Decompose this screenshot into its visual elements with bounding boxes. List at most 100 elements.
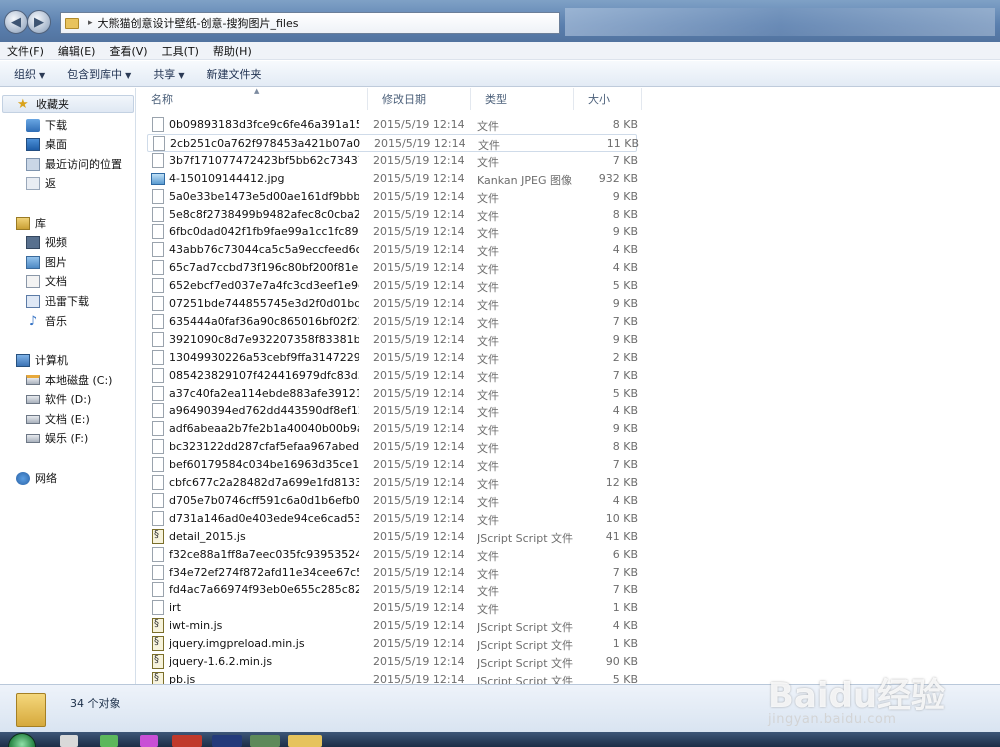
- file-row[interactable]: 5e8c8f2738499b9482afec8c0cba2586 2015/5/1…: [147, 206, 638, 224]
- nav-network-label: 网络: [35, 472, 57, 485]
- file-date: 2015/5/19 12:14: [373, 332, 465, 346]
- nav-favorites[interactable]: ★ 收藏夹: [2, 95, 134, 113]
- nav-pictures[interactable]: 图片: [26, 253, 67, 271]
- file-icon: [153, 135, 165, 151]
- menu-edit[interactable]: 编辑(E): [51, 43, 103, 59]
- file-icon: [152, 492, 164, 508]
- back-button[interactable]: ◀: [4, 10, 28, 34]
- file-row[interactable]: 43abb76c73044ca5c5a9eccfeed6cc7d 2015/5/1…: [147, 241, 638, 259]
- file-row[interactable]: a37c40fa2ea114ebde883afe3912122d 2015/5/1…: [147, 385, 638, 403]
- file-row[interactable]: d731a146ad0e403ede94ce6cad53d4... 2015/5/…: [147, 510, 638, 528]
- taskbar-app-icon[interactable]: [140, 735, 158, 747]
- file-row[interactable]: adf6abeaa2b7fe2b1a40040b00b9a3af 2015/5/1…: [147, 420, 638, 438]
- file-name: 3b7f171077472423bf5bb62c734378a6: [169, 153, 359, 167]
- file-row[interactable]: 635444a0faf36a90c865016bf02f2284 2015/5/1…: [147, 313, 638, 331]
- column-header-name[interactable]: 名称 ▲: [137, 87, 368, 110]
- file-row[interactable]: 5a0e33be1473e5d00ae161df9bbb81... 2015/5/…: [147, 188, 638, 206]
- column-header-size[interactable]: 大小: [574, 88, 642, 110]
- taskbar-app-icon[interactable]: [100, 735, 118, 747]
- menu-help[interactable]: 帮助(H): [206, 43, 259, 59]
- file-size: 8 KB: [612, 440, 638, 454]
- file-type: 文件: [477, 281, 499, 295]
- menu-tools[interactable]: 工具(T): [155, 43, 206, 59]
- nav-documents[interactable]: 文档: [26, 272, 67, 290]
- file-row[interactable]: jquery-1.6.2.min.js 2015/5/19 12:14 JScrip…: [147, 653, 638, 671]
- file-date: 2015/5/19 12:14: [373, 368, 465, 382]
- file-row[interactable]: jquery.imgpreload.min.js 2015/5/19 12:14 J…: [147, 635, 638, 653]
- nav-network[interactable]: 网络: [16, 469, 57, 487]
- column-header-date[interactable]: 修改日期: [368, 88, 471, 110]
- file-type: 文件: [477, 352, 499, 366]
- file-row[interactable]: 0b09893183d3fce9c6fe46a391a159b0 2015/5/1…: [147, 116, 638, 134]
- file-row[interactable]: 65c7ad7ccbd73f196c80bf200f81e953 2015/5/1…: [147, 259, 638, 277]
- file-row[interactable]: irt 2015/5/19 12:14 文件 1 KB: [147, 599, 638, 617]
- file-row[interactable]: f32ce88a1ff8a7eec035fc93953524d3 2015/5/1…: [147, 546, 638, 564]
- new-folder-button[interactable]: 新建文件夹: [198, 66, 269, 82]
- start-button[interactable]: [8, 733, 36, 747]
- file-type: 文件: [477, 495, 499, 509]
- file-row[interactable]: cbfc677c2a28482d7a699e1fd8133001 2015/5/1…: [147, 474, 638, 492]
- taskbar-app-icon[interactable]: [212, 735, 242, 747]
- menu-file[interactable]: 文件(F): [0, 43, 51, 59]
- nav-back[interactable]: 返: [26, 174, 56, 192]
- file-size: 7 KB: [612, 368, 638, 382]
- file-row[interactable]: 3b7f171077472423bf5bb62c734378a6 2015/5/1…: [147, 152, 638, 170]
- address-bar[interactable]: ▸ 大熊猫创意设计壁纸-创意-搜狗图片_files: [60, 12, 560, 34]
- nav-recent[interactable]: 最近访问的位置: [26, 155, 122, 173]
- nav-drive-d[interactable]: 软件 (D:): [26, 390, 91, 408]
- file-row[interactable]: 085423829107f424416979dfc83d3fa9 2015/5/1…: [147, 367, 638, 385]
- file-icon: [152, 439, 164, 455]
- nav-recent-label: 最近访问的位置: [45, 158, 122, 171]
- file-row[interactable]: d705e7b0746cff591c6a0d1b6efb0017 2015/5/1…: [147, 492, 638, 510]
- file-row[interactable]: f34e72ef274f872afd11e34cee67c55c 2015/5/1…: [147, 564, 638, 582]
- share-button[interactable]: 共享 ▼: [145, 66, 192, 82]
- file-type: 文件: [477, 245, 499, 259]
- file-type: JScript Script 文件: [477, 657, 574, 670]
- menu-view[interactable]: 查看(V): [102, 43, 154, 59]
- nav-drive-c[interactable]: 本地磁盘 (C:): [26, 371, 112, 389]
- file-row[interactable]: detail_2015.js 2015/5/19 12:14 JScript Scr…: [147, 528, 638, 546]
- nav-computer[interactable]: 计算机: [16, 351, 68, 369]
- star-icon: ★: [17, 96, 29, 112]
- include-in-library-button[interactable]: 包含到库中 ▼: [59, 66, 139, 82]
- nav-thunder[interactable]: 迅雷下载: [26, 292, 89, 310]
- file-icon: [152, 313, 164, 329]
- nav-videos[interactable]: 视频: [26, 233, 67, 251]
- taskbar-app-icon[interactable]: [250, 735, 280, 747]
- column-header-type[interactable]: 类型: [471, 88, 574, 110]
- file-row[interactable]: fd4ac7a66974f93eb0e655c285c82170 2015/5/1…: [147, 581, 638, 599]
- documents-icon: [26, 274, 40, 288]
- file-row[interactable]: 4-150109144412.jpg 2015/5/19 12:14 Kankan …: [147, 170, 638, 188]
- file-row[interactable]: 2cb251c0a762f978453a421b07a0cbc7 2015/5/1…: [147, 133, 639, 152]
- file-row[interactable]: 652ebcf7ed037e7a4fc3cd3eef1e9d5c 2015/5/1…: [147, 277, 638, 295]
- nav-downloads[interactable]: 下载: [26, 116, 67, 134]
- taskbar-app-icon[interactable]: [60, 735, 78, 747]
- title-bar: ◀ ▶ ▸ 大熊猫创意设计壁纸-创意-搜狗图片_files: [0, 0, 1000, 42]
- file-icon: [152, 278, 164, 294]
- breadcrumb-current-folder[interactable]: 大熊猫创意设计壁纸-创意-搜狗图片_files: [98, 15, 299, 31]
- nav-libraries[interactable]: 库: [16, 214, 46, 232]
- file-name: iwt-min.js: [169, 619, 223, 633]
- file-row[interactable]: a96490394ed762dd443590df8ef12754 2015/5/1…: [147, 402, 638, 420]
- taskbar-explorer-icon[interactable]: [288, 735, 322, 747]
- file-row[interactable]: bc323122dd287cfaf5efaa967abeda20 2015/5/1…: [147, 438, 638, 456]
- file-row[interactable]: bef60179584c034be16963d35ce16e5c 2015/5/1…: [147, 456, 638, 474]
- nav-music[interactable]: ♪ 音乐: [26, 312, 67, 330]
- file-row[interactable]: 3921090c8d7e932207358f83381b66b9 2015/5/1…: [147, 331, 638, 349]
- nav-drive-e[interactable]: 文档 (E:): [26, 410, 90, 428]
- breadcrumb-separator-icon[interactable]: ▸: [88, 18, 93, 28]
- file-row[interactable]: 13049930226a53cebf9ffa31472295a5 2015/5/1…: [147, 349, 638, 367]
- nav-back-label: 返: [45, 177, 56, 190]
- file-row[interactable]: 6fbc0dad042f1fb9fae99a1cc1fc895b 2015/5/1…: [147, 223, 638, 241]
- file-size: 7 KB: [612, 314, 638, 328]
- organize-button[interactable]: 组织 ▼: [6, 66, 53, 82]
- file-row[interactable]: iwt-min.js 2015/5/19 12:14 JScript Script …: [147, 617, 638, 635]
- file-date: 2015/5/19 12:14: [373, 619, 465, 633]
- file-row[interactable]: 07251bde744855745e3d2f0d01bd69... 2015/5/…: [147, 295, 638, 313]
- forward-button[interactable]: ▶: [27, 10, 51, 34]
- file-type: 文件: [477, 585, 499, 599]
- taskbar-app-icon[interactable]: [172, 735, 202, 747]
- nav-drive-f[interactable]: 娱乐 (F:): [26, 429, 88, 447]
- nav-desktop[interactable]: 桌面: [26, 135, 67, 153]
- file-name: 4-150109144412.jpg: [169, 171, 285, 185]
